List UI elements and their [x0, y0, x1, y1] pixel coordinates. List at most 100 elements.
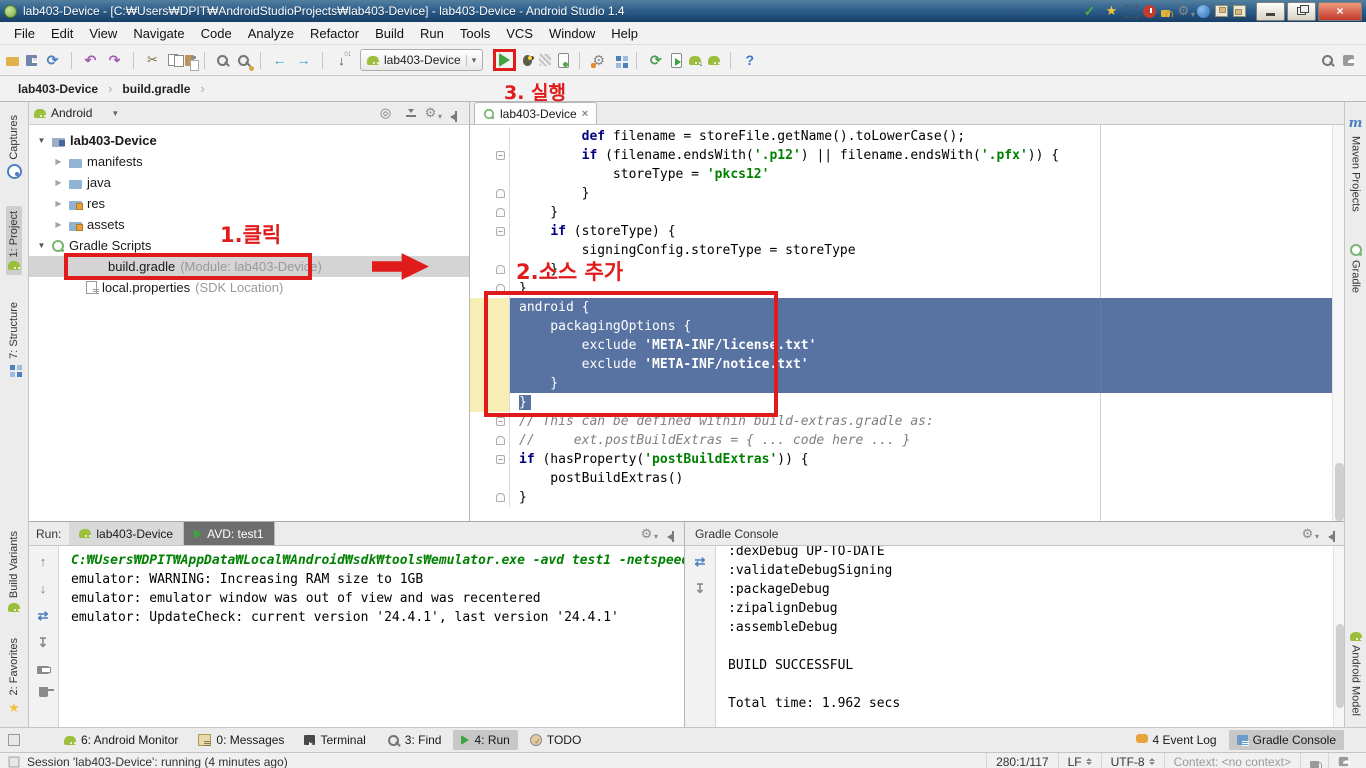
- menu-window[interactable]: Window: [541, 24, 603, 43]
- lock-widget[interactable]: [1300, 753, 1328, 768]
- tool-window-quick-access-icon[interactable]: [8, 734, 20, 746]
- run-console[interactable]: C:₩Users₩DPIT₩AppData₩Local₩Android₩sdk₩…: [59, 546, 684, 727]
- menu-tools[interactable]: Tools: [452, 24, 498, 43]
- star-icon[interactable]: [1103, 3, 1120, 20]
- sphere-icon[interactable]: [1197, 5, 1210, 18]
- fold-marker-icon[interactable]: −: [496, 151, 505, 160]
- run-tab-lab403-device[interactable]: lab403-Device: [69, 522, 184, 545]
- tree-collapsed-arrow-icon[interactable]: ▶: [53, 199, 64, 208]
- tool-window-button-6-android-monitor[interactable]: 6: Android Monitor: [56, 730, 186, 750]
- back-icon[interactable]: [271, 52, 288, 69]
- project-structure-icon[interactable]: [614, 54, 626, 66]
- restore-button[interactable]: [1287, 2, 1316, 21]
- fold-marker-icon[interactable]: [496, 284, 505, 293]
- fold-marker-icon[interactable]: [496, 493, 505, 502]
- tree-collapsed-arrow-icon[interactable]: ▶: [53, 220, 64, 229]
- menu-file[interactable]: File: [6, 24, 43, 43]
- tree-item-local-properties[interactable]: local.properties(SDK Location): [28, 277, 469, 298]
- tool-window-button-3-find[interactable]: 3: Find: [378, 730, 450, 750]
- encoding-widget[interactable]: UTF-8: [1101, 753, 1164, 768]
- tool-window-button-4-event-log[interactable]: 4 Event Log: [1128, 730, 1225, 750]
- menu-code[interactable]: Code: [193, 24, 240, 43]
- recent-changes-icon[interactable]: [333, 52, 350, 69]
- hide-icon[interactable]: [665, 528, 676, 539]
- menu-view[interactable]: View: [81, 24, 125, 43]
- settings-icon[interactable]: [590, 52, 607, 69]
- printer-icon[interactable]: [37, 666, 49, 674]
- marquee-icon[interactable]: [1125, 5, 1138, 18]
- tree-item-lab403-device[interactable]: ▼lab403-Device: [28, 130, 469, 151]
- layout-right-icon[interactable]: [1233, 5, 1246, 17]
- hide-icon[interactable]: [1326, 528, 1337, 539]
- gradle-console-output[interactable]: :dexDebug UP-TO-DATE:validateDebugSignin…: [716, 546, 1345, 727]
- stripe-button-1-project[interactable]: 1: Project: [6, 206, 22, 275]
- gear-icon[interactable]: [422, 105, 439, 122]
- context-widget[interactable]: Context: <no context>: [1164, 753, 1300, 768]
- run-configuration-combo[interactable]: lab403-Device▾: [360, 49, 483, 71]
- gradle-sync-icon[interactable]: [647, 52, 664, 69]
- tree-item-java[interactable]: ▶java: [28, 172, 469, 193]
- tree-item-res[interactable]: ▶res: [28, 193, 469, 214]
- stripe-button-captures[interactable]: Captures: [5, 110, 24, 184]
- sdk-manager-icon[interactable]: [689, 56, 701, 65]
- attach-debugger-icon[interactable]: [558, 53, 569, 68]
- run-tab-avd-test1[interactable]: AVD: test1: [184, 522, 274, 545]
- power-icon[interactable]: [1143, 5, 1156, 18]
- menu-build[interactable]: Build: [367, 24, 412, 43]
- menu-run[interactable]: Run: [412, 24, 452, 43]
- inspection-profile-widget[interactable]: [1328, 753, 1358, 768]
- check-icon[interactable]: [1081, 3, 1098, 20]
- device-monitor-icon[interactable]: [708, 56, 720, 65]
- stripe-button-gradle[interactable]: Gradle: [1348, 239, 1364, 298]
- close-icon[interactable]: ×: [582, 108, 588, 120]
- stripe-button-7-structure[interactable]: 7: Structure: [6, 297, 22, 380]
- import-icon[interactable]: [35, 634, 52, 651]
- stripe-button-android-model[interactable]: Android Model: [1348, 627, 1364, 721]
- fold-marker-icon[interactable]: [496, 208, 505, 217]
- project-view-selector[interactable]: Android ▼: [34, 106, 119, 120]
- fold-marker-icon[interactable]: −: [496, 417, 505, 426]
- help-icon[interactable]: [741, 52, 758, 69]
- stripe-button-maven-projects[interactable]: Maven Projects: [1345, 110, 1366, 217]
- gear-icon[interactable]: [1299, 525, 1316, 542]
- undo-icon[interactable]: [82, 52, 99, 69]
- rerun-icon[interactable]: [692, 553, 709, 570]
- tree-collapsed-arrow-icon[interactable]: ▶: [53, 178, 64, 187]
- gear-icon[interactable]: [638, 525, 655, 542]
- paste-icon[interactable]: [185, 55, 194, 66]
- debug-icon[interactable]: [523, 55, 532, 66]
- redo-icon[interactable]: [106, 52, 123, 69]
- open-icon[interactable]: [6, 57, 19, 66]
- hide-icon[interactable]: [448, 108, 459, 119]
- up-arrow-icon[interactable]: [35, 553, 52, 570]
- layout-left-icon[interactable]: [1215, 5, 1228, 17]
- fold-marker-icon[interactable]: [496, 189, 505, 198]
- find-icon[interactable]: [215, 53, 229, 67]
- forward-icon[interactable]: [295, 52, 312, 69]
- coverage-icon[interactable]: [539, 54, 551, 66]
- stripe-button-2-favorites[interactable]: 2: Favorites: [4, 633, 25, 721]
- fold-marker-icon[interactable]: [496, 436, 505, 445]
- minimize-button[interactable]: [1256, 2, 1285, 21]
- user-icon[interactable]: [1343, 55, 1354, 66]
- replace-icon[interactable]: [236, 53, 250, 67]
- rerun-icon[interactable]: [35, 607, 52, 624]
- lock-icon[interactable]: [1161, 10, 1170, 17]
- tree-expanded-arrow-icon[interactable]: ▼: [36, 136, 47, 145]
- trash-icon[interactable]: [39, 687, 48, 697]
- copy-icon[interactable]: [168, 54, 178, 66]
- collapse-all-icon[interactable]: [403, 107, 413, 119]
- tool-window-button-todo[interactable]: TODO: [522, 730, 589, 750]
- menu-refactor[interactable]: Refactor: [302, 24, 367, 43]
- line-ending-widget[interactable]: LF: [1058, 753, 1101, 768]
- fold-marker-icon[interactable]: −: [496, 227, 505, 236]
- tool-window-button-terminal[interactable]: Terminal: [296, 730, 373, 750]
- fold-marker-icon[interactable]: [496, 265, 505, 274]
- menu-help[interactable]: Help: [603, 24, 646, 43]
- save-icon[interactable]: [26, 55, 37, 66]
- breadcrumb-item-lab403-device[interactable]: lab403-Device: [14, 82, 102, 96]
- cut-icon[interactable]: [144, 52, 161, 69]
- tree-expanded-arrow-icon[interactable]: ▼: [36, 241, 47, 250]
- menu-analyze[interactable]: Analyze: [240, 24, 302, 43]
- import-icon[interactable]: [692, 580, 709, 597]
